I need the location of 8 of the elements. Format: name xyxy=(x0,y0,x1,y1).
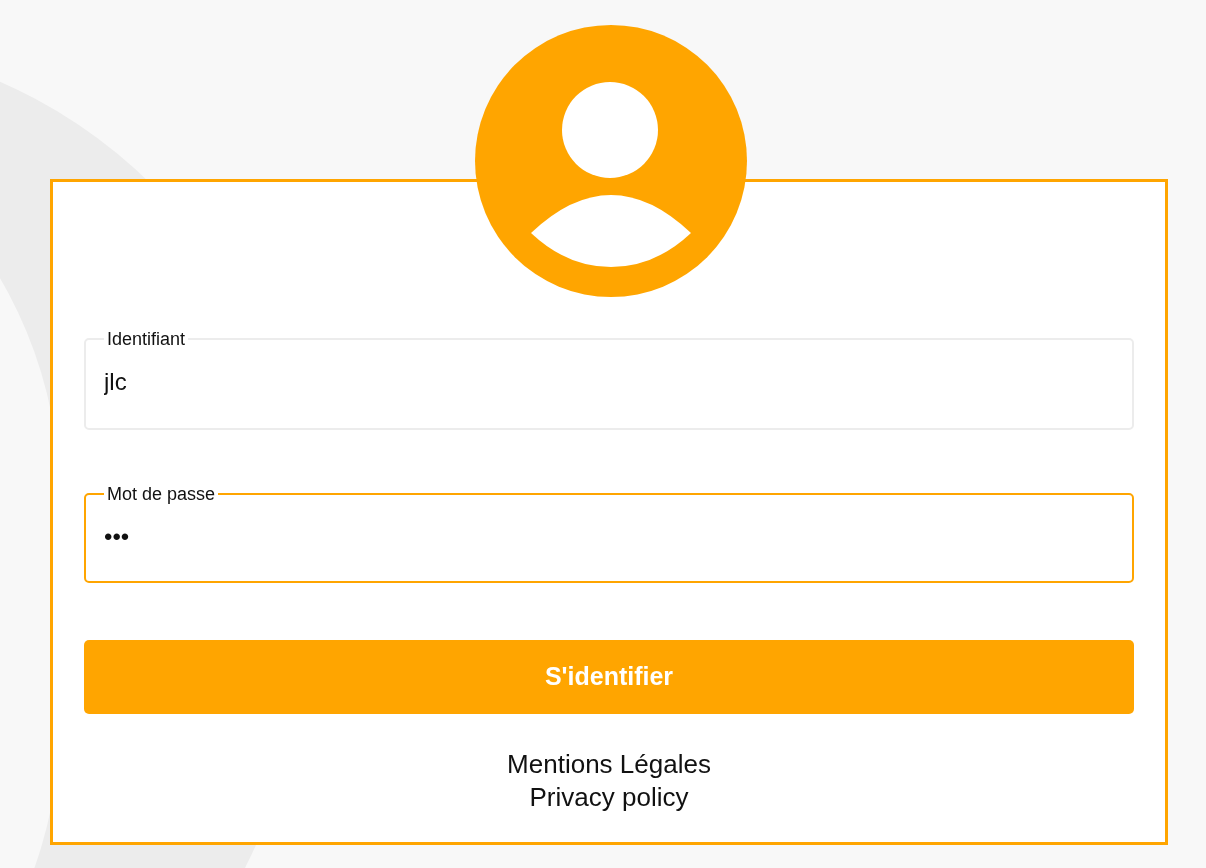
footer-link[interactable]: Privacy policy xyxy=(529,781,689,814)
input-field[interactable]: jlc xyxy=(104,367,1114,397)
footer-link[interactable]: Mentions Légales xyxy=(507,748,711,781)
field-label: Mot de passe xyxy=(106,484,217,504)
field-label: Identifiant xyxy=(106,329,187,349)
text-field[interactable]: Identifiant jlc xyxy=(84,329,1134,430)
text-field[interactable]: Mot de passe ••• xyxy=(84,484,1134,583)
input-field[interactable]: ••• xyxy=(104,522,1114,552)
